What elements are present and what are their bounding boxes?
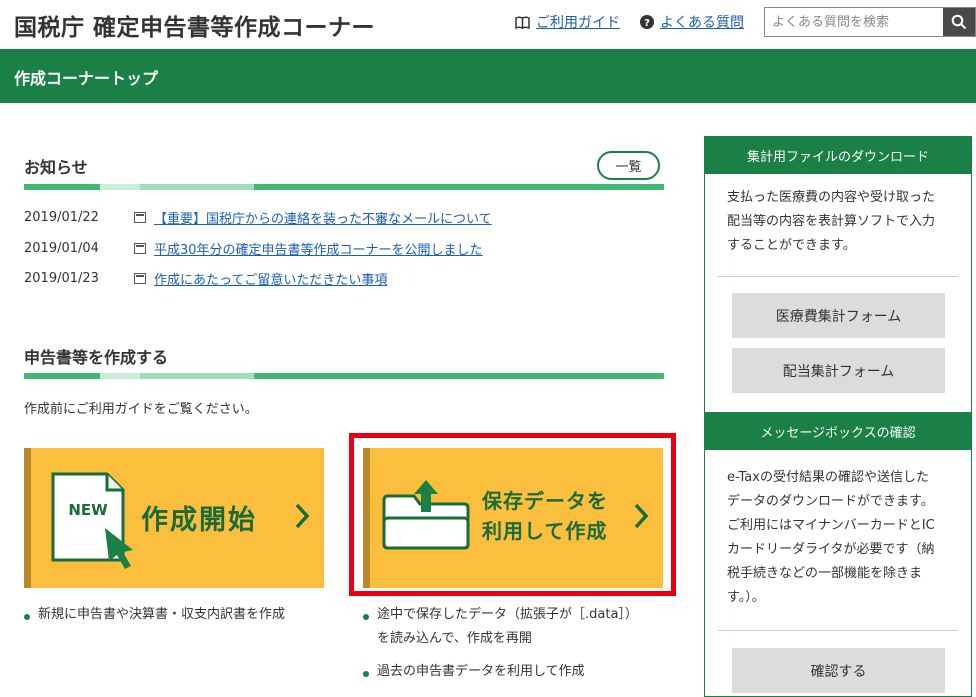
site-header: 国税庁 確定申告書等作成コーナー ご利用ガイド ? よくある質問 (0, 0, 976, 48)
download-text: 支払った医療費の内容や受け取った 配当等の内容を表計算ソフトで入力 することがで… (727, 186, 957, 258)
guide-link-label: ご利用ガイド (536, 15, 620, 31)
chevron-right-icon (295, 503, 310, 529)
text-line: ご利用にはマイナンバーカードとIC (727, 518, 935, 533)
faq-link-label: よくある質問 (660, 15, 744, 31)
site-title: 国税庁 確定申告書等作成コーナー (14, 15, 376, 41)
bullet-text: 新規に申告書や決算書・収支内訳書を作成 (38, 607, 286, 622)
text-line: e-Taxの受付結果の確認や送信した (727, 470, 929, 485)
text-line: 配当等の内容を表計算ソフトで入力 (727, 214, 936, 229)
create-intro: 作成前にご利用ガイドをご覧ください。 (24, 402, 258, 417)
confirm-button[interactable]: 確認する (732, 648, 945, 693)
text-line: 税手続きなどの一部機能を除きま (727, 566, 923, 581)
divider (718, 630, 958, 631)
divider (718, 276, 958, 277)
news-list-button[interactable]: 一覧 (597, 151, 660, 180)
bullet-dot (363, 614, 369, 620)
bullet-dot (363, 671, 369, 677)
news-link[interactable]: 【重要】国税庁からの連絡を装った不審なメールについて (154, 208, 492, 227)
text-line: 支払った医療費の内容や受け取った (727, 190, 936, 205)
page-band: 作成コーナートップ (0, 49, 976, 103)
text-line: カードリーダライタが必要です（納 (727, 542, 935, 557)
search-icon (951, 14, 967, 30)
question-circle-icon: ? (640, 15, 654, 29)
start-new-button[interactable]: NEW 作成開始 (24, 448, 324, 588)
start-new-label: 作成開始 (141, 505, 257, 536)
bullet-text-line: を読み込んで、作成を再開 (377, 631, 532, 646)
start-new-description: 新規に申告書や決算書・収支内訳書を作成 (24, 607, 285, 627)
text-line: することができます。 (727, 238, 856, 253)
highlight-box (349, 433, 676, 596)
medical-form-button[interactable]: 医療費集計フォーム (732, 293, 945, 338)
new-document-icon: NEW (51, 472, 133, 569)
news-link[interactable]: 平成30年分の確定申告書等作成コーナーを公開しました (154, 239, 483, 258)
page-title: 作成コーナートップ (14, 69, 159, 88)
faq-search (764, 7, 976, 37)
news-item: 2019/01/22 【重要】国税庁からの連絡を装った不審なメールについて (24, 208, 492, 227)
dividend-form-button[interactable]: 配当集計フォーム (732, 348, 945, 393)
bullet-text: 過去の申告書データを利用して作成 (377, 664, 585, 679)
news-rule (24, 184, 664, 190)
create-rule (24, 373, 664, 379)
download-heading: 集計用ファイルのダウンロード (704, 136, 972, 174)
book-icon (515, 16, 530, 29)
text-line: データのダウンロードができます。 (727, 494, 934, 509)
news-link[interactable]: 作成にあたってご留意いただきたい事項 (154, 269, 387, 288)
new-badge: NEW (68, 501, 108, 519)
news-date: 2019/01/04 (24, 241, 99, 256)
saved-data-description: 過去の申告書データを利用して作成 (363, 664, 585, 684)
messagebox-heading: メッセージボックスの確認 (704, 412, 972, 450)
search-button[interactable] (943, 8, 975, 36)
bullet-text-line: 途中で保存したデータ（拡張子が［.data］） (377, 607, 638, 622)
news-date: 2019/01/23 (24, 271, 99, 286)
search-input[interactable] (765, 8, 943, 36)
news-heading: お知らせ (24, 158, 88, 177)
window-icon (134, 212, 146, 223)
news-item: 2019/01/23 作成にあたってご留意いただきたい事項 (24, 269, 387, 288)
bullet-text: 途中で保存したデータ（拡張子が［.data］） を読み込んで、作成を再開 (377, 603, 638, 651)
svg-text:?: ? (644, 18, 650, 29)
guide-link[interactable]: ご利用ガイド (515, 12, 620, 32)
messagebox-text: e-Taxの受付結果の確認や送信した データのダウンロードができます。 ご利用に… (727, 466, 957, 610)
text-line: す。）。 (727, 590, 765, 605)
news-item: 2019/01/04 平成30年分の確定申告書等作成コーナーを公開しました (24, 239, 483, 258)
window-icon (134, 243, 146, 254)
faq-link[interactable]: ? よくある質問 (640, 12, 744, 32)
create-heading: 申告書等を作成する (24, 348, 169, 367)
window-icon (134, 273, 146, 284)
saved-data-description: 途中で保存したデータ（拡張子が［.data］） を読み込んで、作成を再開 (363, 607, 638, 651)
news-date: 2019/01/22 (24, 210, 99, 225)
bullet-dot (24, 614, 30, 620)
